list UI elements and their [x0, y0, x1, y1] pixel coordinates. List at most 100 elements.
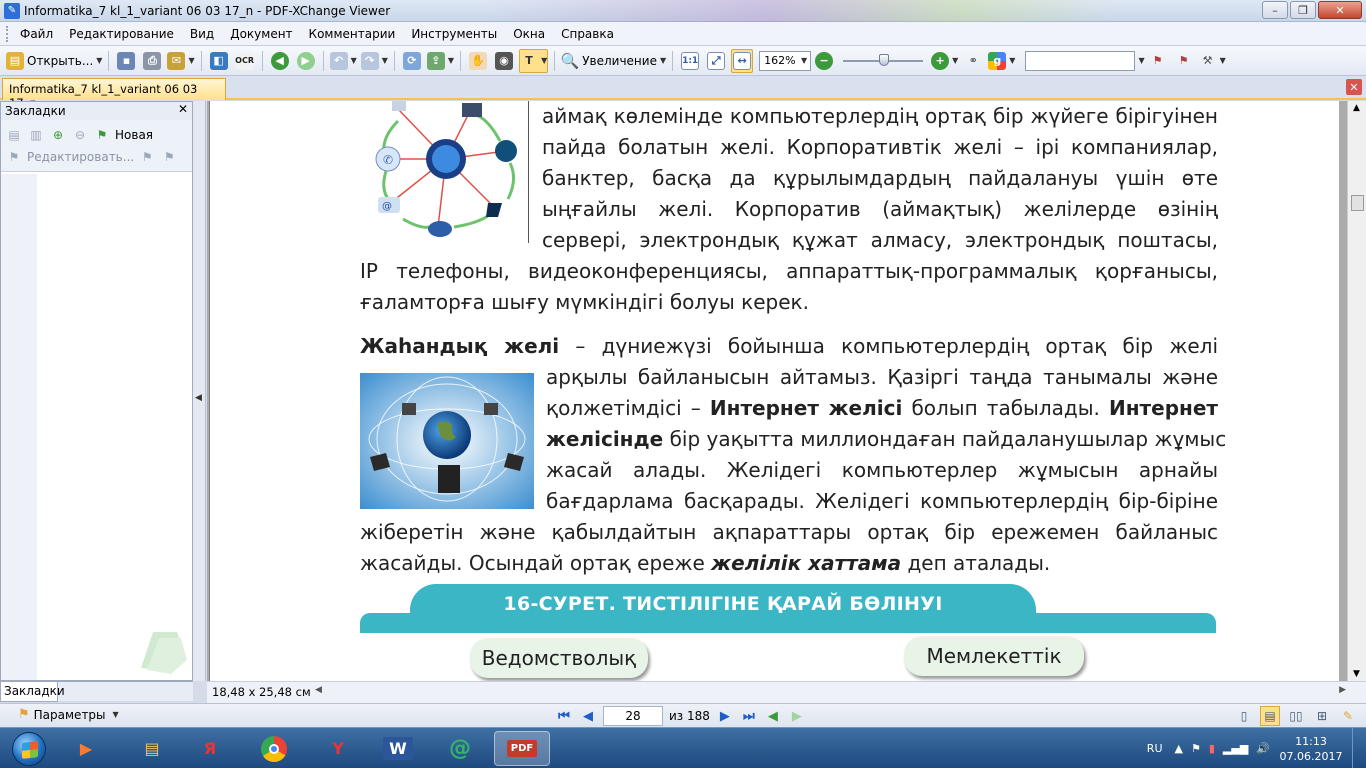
first-page-icon[interactable]: ⏮ — [555, 707, 573, 725]
show-desktop-button[interactable] — [1352, 728, 1366, 768]
show-hidden-icons-icon[interactable]: ▲ — [1175, 742, 1183, 755]
close-button[interactable]: ✕ — [1318, 1, 1362, 19]
email-button[interactable]: ✉ ▼ — [167, 49, 195, 73]
yandex-browser-icon[interactable]: Y — [310, 731, 366, 766]
scroll-down-icon[interactable]: ▼ — [1353, 669, 1360, 679]
start-button[interactable] — [4, 730, 54, 767]
print-button[interactable]: ⎙ — [141, 49, 163, 73]
scroll-up-icon[interactable]: ▲ — [1353, 103, 1360, 113]
hand-tool-button[interactable]: ✋ — [467, 49, 489, 73]
clock[interactable]: 11:13 07.06.2017 — [1276, 734, 1346, 764]
facing-pages-icon[interactable]: ▯▯ — [1286, 706, 1306, 726]
file-explorer-icon[interactable]: ▤ — [124, 731, 180, 766]
close-panel-icon[interactable]: ✕ — [178, 102, 188, 116]
back-view-icon[interactable]: ◀ — [764, 707, 782, 725]
new-bookmark-icon[interactable]: ⚑ — [93, 127, 111, 143]
close-document-icon[interactable]: ✕ — [1346, 79, 1362, 95]
zoom-tool-button[interactable]: 🔍 Увеличение ▼ — [561, 49, 666, 73]
bookmarks-tree[interactable] — [1, 174, 192, 680]
search-input[interactable] — [1025, 50, 1136, 71]
continuous-facing-icon[interactable]: ⊞ — [1312, 706, 1332, 726]
next-page-icon[interactable]: ▶ — [716, 707, 734, 725]
zoom-out-button[interactable]: − — [813, 49, 835, 73]
ocr-button[interactable]: OCR — [234, 49, 256, 73]
open-button[interactable]: ▤ Открыть... ▼ — [6, 49, 102, 73]
action-center-flag-icon[interactable]: ⚑ — [1191, 742, 1201, 755]
back-button[interactable]: ◀ — [269, 49, 291, 73]
chrome-icon[interactable] — [246, 731, 302, 766]
expand-all-icon[interactable]: ▤ — [5, 127, 23, 143]
media-player-icon[interactable]: ▶ — [58, 731, 114, 766]
menu-comments[interactable]: Комментарии — [301, 22, 404, 46]
vertical-scrollbar[interactable]: ▲ ▼ — [1347, 101, 1366, 681]
zoom-slider-thumb[interactable] — [879, 53, 890, 66]
previous-page-icon[interactable]: ◀ — [579, 707, 597, 725]
term-internet-network: Интернет желісі — [709, 396, 903, 420]
forward-view-icon[interactable]: ▶ — [788, 707, 806, 725]
export-button[interactable]: ⇪ ▼ — [426, 49, 454, 73]
select-text-button[interactable]: T ▼ — [519, 48, 549, 73]
continuous-page-icon[interactable]: ▤ — [1260, 706, 1280, 726]
customize-toolbar-icon[interactable]: ✎ — [1338, 706, 1358, 726]
menu-edit[interactable]: Редактирование — [61, 22, 182, 46]
power-icon[interactable]: ▮ — [1209, 742, 1215, 755]
last-page-icon[interactable]: ⏭ — [740, 707, 758, 725]
language-indicator[interactable]: RU — [1147, 742, 1163, 755]
page-number-input[interactable]: 28 — [603, 706, 663, 726]
scroll-left-icon[interactable]: ◀ — [315, 685, 322, 695]
scroll-right-icon[interactable]: ▶ — [1339, 685, 1346, 695]
word-icon[interactable]: W — [370, 731, 426, 766]
find-button[interactable]: ⚭ — [962, 49, 984, 73]
restore-button[interactable]: ❐ — [1290, 1, 1316, 19]
fit-page-button[interactable]: ⤢ — [705, 49, 727, 73]
menu-file[interactable]: Файл — [12, 22, 61, 46]
edit-bookmark-label[interactable]: Редактировать... — [27, 150, 134, 164]
snapshot-button[interactable]: ◉ — [493, 49, 515, 73]
rotate-view-button[interactable]: ⟳ — [401, 49, 423, 73]
document-tab[interactable]: Informatika_7 kl_1_variant 06 03 17_n — [2, 78, 226, 110]
actual-size-button[interactable]: 1:1 — [679, 49, 701, 73]
menu-document[interactable]: Документ — [222, 22, 300, 46]
document-viewport[interactable]: ✆ @ аймақ көлемінде компьютерлердің орта… — [207, 101, 1347, 681]
google-search-button[interactable]: g ▼ — [988, 49, 1015, 73]
zoom-level-field[interactable]: 162% ▼ — [759, 50, 812, 71]
volume-icon[interactable]: 🔊 — [1256, 742, 1270, 755]
edit-bookmark-icon[interactable]: ⚑ — [5, 149, 23, 165]
menu-tools[interactable]: Инструменты — [403, 22, 505, 46]
dropdown-arrow-icon: ▼ — [96, 56, 103, 65]
save-button[interactable]: ▪ — [115, 49, 137, 73]
zoom-slider[interactable] — [843, 53, 924, 66]
menu-help[interactable]: Справка — [553, 22, 622, 46]
collapse-all-icon[interactable]: ▥ — [27, 127, 45, 143]
horizontal-scrollbar[interactable]: 18,48 x 25,48 см ◀ ▶ — [207, 681, 1366, 703]
menu-view[interactable]: Вид — [182, 22, 222, 46]
redo-button[interactable]: ↷ ▼ — [360, 49, 388, 73]
new-bookmark-label[interactable]: Новая — [115, 128, 153, 142]
pdf-xchange-task-icon[interactable]: PDF — [494, 731, 550, 766]
search-next-button[interactable]: ⚑ — [1173, 49, 1195, 73]
scan-button[interactable]: ◧ — [208, 49, 230, 73]
zoom-in-button[interactable]: + ▼ — [931, 49, 958, 73]
search-dropdown-icon[interactable]: ▼ — [1138, 56, 1144, 65]
panel-splitter[interactable]: ◀ — [193, 101, 206, 681]
minimize-button[interactable]: – — [1262, 1, 1288, 19]
network-signal-icon[interactable]: ▂▄▆ — [1223, 742, 1248, 755]
tools-options-button[interactable]: ⚒ ▼ — [1199, 49, 1226, 73]
bookmark-properties-icon[interactable]: ⚑ — [138, 149, 156, 165]
yandex-icon[interactable]: Я — [182, 731, 238, 766]
fit-width-button[interactable]: ↔ — [731, 48, 754, 73]
collapse-arrow-icon[interactable]: ◀ — [195, 393, 202, 403]
undo-button[interactable]: ↶ ▼ — [329, 49, 357, 73]
bookmarks-panel-tab[interactable]: Закладки — [0, 682, 65, 702]
scroll-thumb[interactable] — [1351, 195, 1364, 211]
dropdown-arrow-icon[interactable]: ▼ — [801, 56, 807, 65]
parameters-button[interactable]: ⚑ Параметры ▼ — [18, 707, 119, 722]
single-page-icon[interactable]: ▯ — [1234, 706, 1254, 726]
forward-button[interactable]: ▶ — [295, 49, 317, 73]
zoom-out-bookmark-icon[interactable]: ⊖ — [71, 127, 89, 143]
menu-windows[interactable]: Окна — [505, 22, 553, 46]
zoom-in-bookmark-icon[interactable]: ⊕ — [49, 127, 67, 143]
mail-agent-icon[interactable]: @ — [432, 731, 488, 766]
search-previous-button[interactable]: ⚑ — [1147, 49, 1169, 73]
delete-bookmark-icon[interactable]: ⚑ — [160, 149, 178, 165]
